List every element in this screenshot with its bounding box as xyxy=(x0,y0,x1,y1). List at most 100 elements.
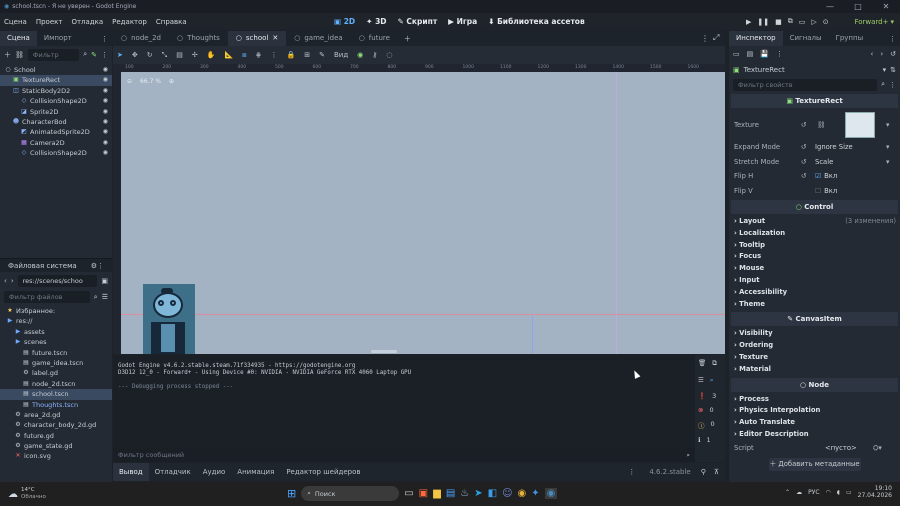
search-toggle-icon[interactable]: ⌕ xyxy=(710,376,714,385)
inspector-group[interactable]: › Ordering xyxy=(729,340,900,352)
godot-taskbar-icon[interactable]: ◉ xyxy=(544,488,558,499)
maximize-button[interactable]: □ xyxy=(844,2,872,11)
inspector-prop[interactable]: Stretch Mode ↺ ▾ Scale xyxy=(729,155,900,170)
search-icon[interactable]: ⌕ xyxy=(83,50,87,59)
play-icon[interactable]: ▶ xyxy=(746,18,751,26)
menu-dots-icon[interactable]: ⋮ xyxy=(101,51,108,59)
pin-icon[interactable]: ⚲ xyxy=(701,468,706,476)
rotate-tool-icon[interactable]: ↻ xyxy=(147,51,153,59)
steam-icon[interactable]: ♨ xyxy=(460,488,469,499)
menu-help[interactable]: Справка xyxy=(156,18,187,26)
filter-warnings[interactable]: ⓘ 0 xyxy=(695,417,725,433)
file-item[interactable]: ▤ Thoughts.tscn xyxy=(0,400,112,410)
file-item[interactable]: ▶ assets xyxy=(0,327,112,337)
prop-texture[interactable]: Texture ↺ ⛓ ▾ xyxy=(729,110,900,140)
filter-all[interactable]: ❗ 3 xyxy=(695,389,725,403)
menu-dots-icon[interactable]: ⋮ xyxy=(889,35,896,43)
property-filter-input[interactable]: Фильтр свойств xyxy=(733,78,878,91)
scene-node[interactable]: ◫ StaticBody2D2 ◉ xyxy=(0,86,112,96)
file-item[interactable]: ⚙ area_2d.gd xyxy=(0,410,112,420)
clear-icon[interactable]: 🗑 xyxy=(698,359,706,368)
distraction-free-icon[interactable]: ⤢ xyxy=(713,33,719,43)
section-control[interactable]: ○ Control xyxy=(731,200,898,214)
menu-editor[interactable]: Редактор xyxy=(112,18,147,26)
scene-tab[interactable]: ○ future xyxy=(351,31,398,46)
telegram-icon[interactable]: ➤ xyxy=(474,488,482,499)
scene-node[interactable]: ◇ CollisionShape2D ◉ xyxy=(0,148,112,158)
inspector-group[interactable]: › Process xyxy=(729,394,900,406)
minimize-button[interactable]: — xyxy=(816,2,844,11)
scene-tab[interactable]: ○ school ✕ xyxy=(227,31,287,46)
filter-errors[interactable]: ⊗ 0 xyxy=(695,403,725,417)
zoom-out-icon[interactable]: ⊖ xyxy=(127,78,132,85)
store-icon[interactable]: ▤ xyxy=(446,488,455,499)
prop-value[interactable]: ☐ Вкл xyxy=(815,187,837,195)
texture-link-icon[interactable]: ⛓ xyxy=(817,121,826,129)
tab-audio[interactable]: Аудио xyxy=(197,463,232,481)
sort-icon[interactable]: ☰ xyxy=(102,293,108,301)
menu-dots-icon[interactable]: ⋮ xyxy=(776,50,783,58)
file-item[interactable]: ▤ node_2d.tscn xyxy=(0,379,112,389)
file-item[interactable]: ▶ scenes xyxy=(0,337,112,347)
script-menu-icon[interactable]: ⛭▾ xyxy=(873,444,882,453)
task-view-icon[interactable]: ▭ xyxy=(404,488,413,499)
script-attach-icon[interactable]: ✎ xyxy=(91,51,97,59)
visibility-eye-icon[interactable]: ◉ xyxy=(103,127,108,137)
ruler-tool-icon[interactable]: 📐 xyxy=(224,51,233,59)
file-item[interactable]: ⚙ future.gd xyxy=(0,431,112,441)
visibility-eye-icon[interactable]: ◉ xyxy=(103,86,108,96)
prop-script[interactable]: Script <пусто> ⛭▾ xyxy=(729,441,900,456)
discord-icon[interactable]: ☺ xyxy=(502,488,512,499)
message-filter-input[interactable]: Фильтр сообщений ⌕ xyxy=(113,448,695,462)
inspector-group[interactable]: › Physics Interpolation xyxy=(729,405,900,417)
checkbox-icon[interactable]: ☐ xyxy=(815,187,821,195)
checkbox-icon[interactable]: ☑ xyxy=(815,172,821,180)
forward-arrow-icon[interactable]: › xyxy=(11,277,14,285)
key-options-icon[interactable]: ◌ xyxy=(386,51,392,59)
search-icon[interactable]: ⌕ xyxy=(94,293,98,302)
pause-icon[interactable]: ❚❚ xyxy=(757,18,769,26)
renderer-select[interactable]: Forward+ ▾ xyxy=(854,13,894,30)
object-history-icon[interactable]: ↺ xyxy=(890,50,896,58)
snap-icon[interactable]: ⧈ xyxy=(242,51,246,60)
zoom-level-label[interactable]: 66.7 % xyxy=(140,78,161,85)
back-arrow-icon[interactable]: ‹ xyxy=(4,277,7,285)
chevron-down-icon[interactable]: ▾ xyxy=(886,143,889,151)
pivot-tool-icon[interactable]: ✢ xyxy=(192,51,198,59)
visibility-eye-icon[interactable]: ◉ xyxy=(103,107,108,117)
menu-dots-icon[interactable]: ⋮ xyxy=(701,34,709,43)
clock[interactable]: 19:10 27.04.2026 xyxy=(858,485,892,499)
path-field[interactable]: res://scenes/schoo xyxy=(17,275,98,287)
search-icon[interactable]: ⌕ xyxy=(881,80,885,89)
file-item[interactable]: ✕ icon.svg xyxy=(0,451,112,461)
tab-scene[interactable]: Сцена xyxy=(0,31,37,46)
group-icon[interactable]: ⊞ xyxy=(304,51,310,59)
close-tab-icon[interactable]: ✕ xyxy=(272,31,278,46)
tab-debugger[interactable]: Отладчик xyxy=(149,463,197,481)
tray-expand-icon[interactable]: ⌃ xyxy=(785,489,790,496)
link-icon[interactable]: ⛓ xyxy=(15,51,24,59)
visibility-eye-icon[interactable]: ◉ xyxy=(103,65,108,75)
object-menu-icon[interactable]: ▾ xyxy=(883,66,887,74)
scene-tab[interactable]: ○ Thoughts xyxy=(169,31,228,46)
inspector-group[interactable]: › Tooltip xyxy=(729,240,900,252)
file-item[interactable]: ⚙ label.gd xyxy=(0,368,112,378)
visibility-eye-icon[interactable]: ◉ xyxy=(103,117,108,127)
add-scene-tab-icon[interactable]: ＋ xyxy=(404,34,411,44)
tab-groups[interactable]: Группы xyxy=(829,31,871,46)
expand-panel-icon[interactable]: ⊼ xyxy=(714,468,719,476)
visibility-eye-icon[interactable]: ◉ xyxy=(103,75,108,85)
tab-animation[interactable]: Анимация xyxy=(231,463,280,481)
prop-value[interactable]: Ignore Size xyxy=(815,143,853,151)
revert-icon[interactable]: ↺ xyxy=(801,158,807,166)
chevron-down-icon[interactable]: ▾ xyxy=(886,158,889,166)
canvas-viewport[interactable]: 100 200 300 400 500 600 700 800 900 1000 1100 1200 1… xyxy=(113,64,725,354)
battery-icon[interactable]: ▭ xyxy=(846,489,852,496)
inspector-group[interactable]: › Mouse xyxy=(729,263,900,275)
record-key-icon[interactable]: ◉ xyxy=(357,51,363,59)
workspace-3d[interactable]: ✦ 3D xyxy=(366,17,386,26)
close-window-button[interactable]: ✕ xyxy=(872,2,900,11)
movie-icon[interactable]: ▭ xyxy=(799,18,806,26)
file-explorer-icon[interactable]: ▆ xyxy=(433,488,441,499)
scene-tab[interactable]: ○ node_2d xyxy=(113,31,169,46)
